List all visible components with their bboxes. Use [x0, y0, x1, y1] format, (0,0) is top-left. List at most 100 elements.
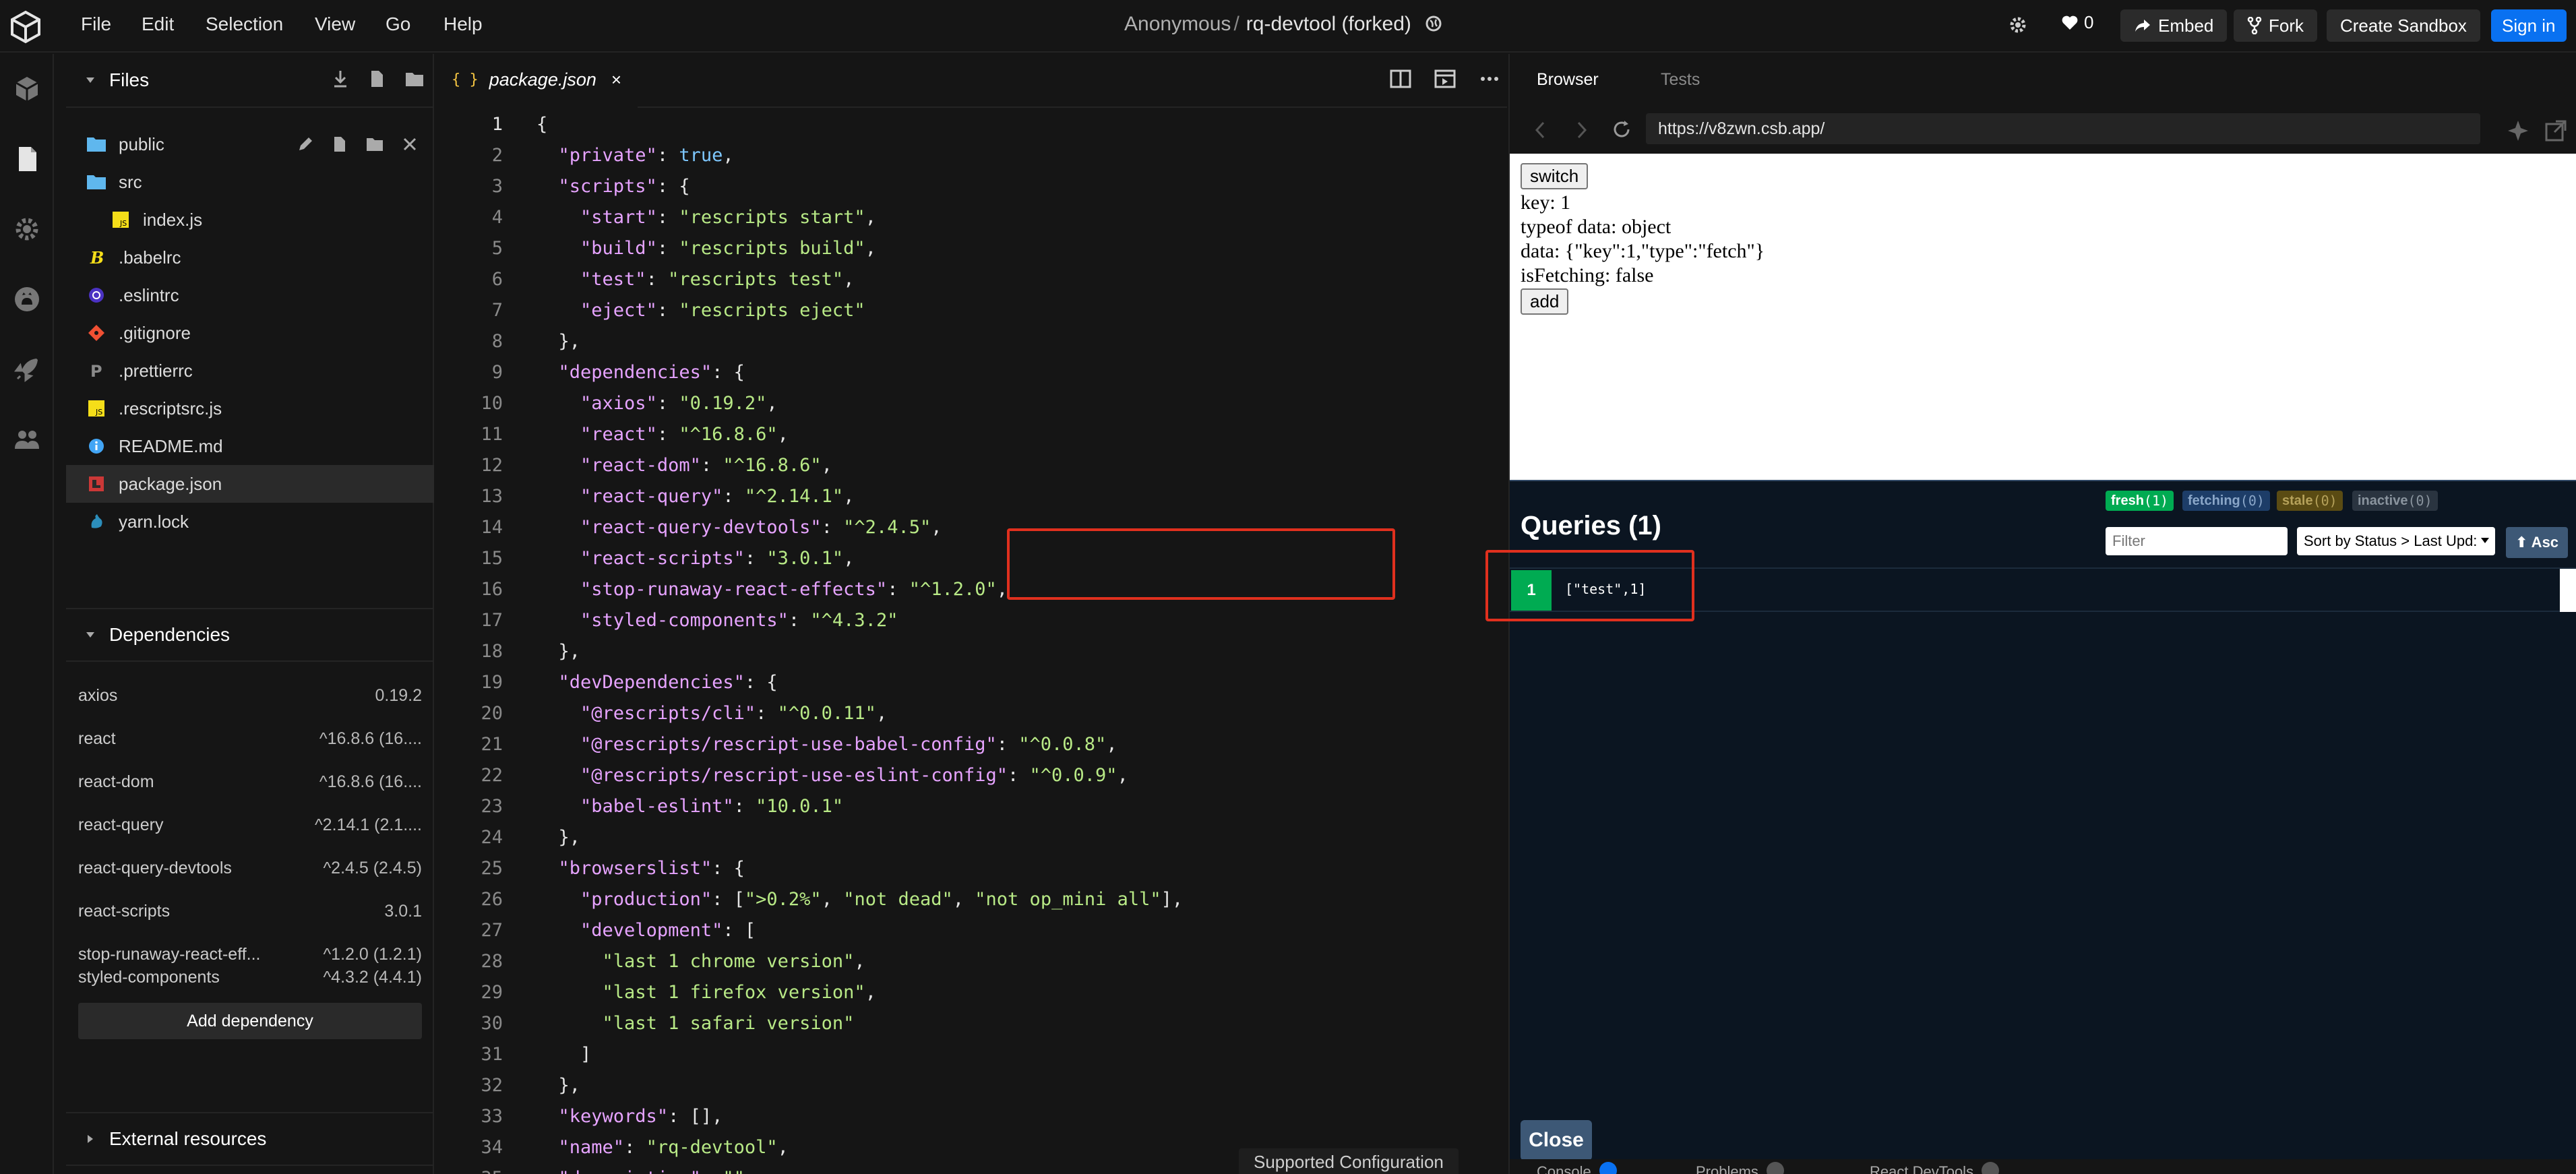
devtools-close-button[interactable]: Close — [1521, 1120, 1592, 1161]
code-line[interactable]: 21 "@rescripts/rescript-use-babel-config… — [435, 729, 1487, 760]
dependency-item[interactable]: react-scripts 3.0.1 — [78, 891, 422, 931]
code-line[interactable]: 12 "react-dom": "^16.8.6", — [435, 450, 1487, 481]
menu-help[interactable]: Help — [443, 13, 483, 35]
sort-ascending-button[interactable]: ⬆ Asc — [2506, 527, 2568, 558]
code-area[interactable]: 1{2 "private": true, 3 "scripts": {4 "sta… — [435, 109, 1507, 1174]
code-line[interactable]: 9 "dependencies": { — [435, 357, 1487, 388]
code-line[interactable]: 4 "start": "rescripts start", — [435, 202, 1487, 233]
dependency-item[interactable]: react-dom ^16.8.6 (16.... — [78, 762, 422, 802]
code-line[interactable]: 26 "production": [">0.2%", "not dead", "… — [435, 884, 1487, 915]
code-line[interactable]: 31 ] — [435, 1039, 1487, 1070]
tree-item-package-json[interactable]: package.json — [66, 465, 434, 503]
tree-item-yarn-lock[interactable]: yarn.lock — [66, 503, 434, 540]
tree-item-eslintrc[interactable]: .eslintrc — [66, 276, 434, 314]
forward-arrow-icon[interactable] — [1574, 120, 1589, 140]
menu-go[interactable]: Go — [386, 13, 410, 35]
code-line[interactable]: 5 "build": "rescripts build", — [435, 233, 1487, 264]
query-panel-scrollbar[interactable] — [2560, 569, 2576, 612]
code-line[interactable]: 6 "test": "rescripts test", — [435, 264, 1487, 295]
tree-item-gitignore[interactable]: .gitignore — [66, 314, 434, 352]
code-line[interactable]: 13 "react-query": "^2.14.1", — [435, 481, 1487, 512]
queries-filter-input[interactable]: Filter — [2106, 527, 2288, 555]
tree-item-rescriptsrc[interactable]: JS .rescriptsrc.js — [66, 390, 434, 427]
dependency-item[interactable]: styled-components ^4.3.2 (4.4.1) — [78, 957, 422, 997]
tree-item-prettierrc[interactable]: P .prettierrc — [66, 352, 434, 390]
menu-edit[interactable]: Edit — [142, 13, 174, 35]
code-line[interactable]: 17 "styled-components": "^4.3.2" — [435, 605, 1487, 636]
queries-sort-select[interactable]: Sort by Status > Last Upd: — [2297, 527, 2495, 555]
settings-gear-icon[interactable] — [2007, 14, 2029, 36]
code-line[interactable]: 2 "private": true, — [435, 140, 1487, 171]
code-line[interactable]: 7 "eject": "rescripts eject" — [435, 295, 1487, 326]
tab-browser[interactable]: Browser — [1537, 70, 1599, 90]
external-resources-header[interactable]: External resources — [66, 1112, 434, 1166]
code-line[interactable]: 1{ — [435, 109, 1487, 140]
add-dependency-button[interactable]: Add dependency — [78, 1003, 422, 1039]
code-line[interactable]: 20 "@rescripts/cli": "^0.0.11", — [435, 698, 1487, 729]
code-line[interactable]: 10 "axios": "0.19.2", — [435, 388, 1487, 419]
open-new-window-icon[interactable] — [2544, 119, 2568, 143]
code-line[interactable]: 33 "keywords": [], — [435, 1101, 1487, 1132]
sign-in-button[interactable]: Sign in — [2491, 9, 2567, 42]
menu-view[interactable]: View — [315, 13, 355, 35]
tree-item-readme[interactable]: README.md — [66, 427, 434, 465]
code-line[interactable]: 32 }, — [435, 1070, 1487, 1101]
new-file-icon[interactable] — [368, 69, 386, 89]
split-view-icon[interactable] — [1390, 69, 1411, 89]
dependency-item[interactable]: axios 0.19.2 — [78, 675, 422, 716]
dependency-item[interactable]: react-query ^2.14.1 (2.1.... — [78, 805, 422, 845]
switch-button[interactable]: switch — [1521, 163, 1589, 189]
github-icon[interactable] — [12, 284, 42, 314]
menu-selection[interactable]: Selection — [206, 13, 283, 35]
tab-react-devtools[interactable]: React DevTools — [1870, 1162, 2000, 1174]
delete-x-icon[interactable] — [402, 135, 418, 153]
tab-close-icon[interactable]: × — [611, 69, 621, 90]
files-panel-header[interactable]: Files — [66, 54, 434, 108]
code-line[interactable]: 30 "last 1 safari version" — [435, 1008, 1487, 1039]
deploy-rocket-icon[interactable] — [12, 354, 42, 384]
code-line[interactable]: 23 "babel-eslint": "10.0.1" — [435, 791, 1487, 822]
tree-item-babelrc[interactable]: B .babelrc — [66, 239, 434, 276]
sandbox-info-icon[interactable] — [12, 74, 42, 104]
new-folder-icon[interactable] — [365, 135, 384, 153]
create-sandbox-button[interactable]: Create Sandbox — [2327, 9, 2480, 42]
devtools-toggle-icon[interactable] — [2506, 119, 2530, 143]
download-icon[interactable] — [332, 69, 349, 89]
tree-item-public[interactable]: public — [66, 125, 434, 163]
embed-button[interactable]: Embed — [2120, 9, 2228, 42]
codesandbox-logo-icon[interactable] — [8, 9, 43, 44]
dependencies-panel-header[interactable]: Dependencies — [66, 608, 434, 662]
code-line[interactable]: 25 "browserslist": { — [435, 853, 1487, 884]
tab-problems[interactable]: Problems — [1696, 1162, 1784, 1174]
edit-pencil-icon[interactable] — [297, 135, 314, 153]
refresh-icon[interactable] — [1611, 119, 1632, 140]
code-line[interactable]: 24 }, — [435, 822, 1487, 853]
back-arrow-icon[interactable] — [1533, 120, 1547, 140]
tab-tests[interactable]: Tests — [1661, 70, 1700, 90]
new-folder-icon[interactable] — [404, 69, 425, 89]
url-input[interactable]: https://v8zwn.csb.app/ — [1646, 113, 2480, 144]
explorer-files-icon[interactable] — [12, 144, 42, 174]
code-line[interactable]: 27 "development": [ — [435, 915, 1487, 946]
more-options-icon[interactable] — [1479, 69, 1500, 89]
preview-window-icon[interactable] — [1434, 69, 1456, 89]
code-line[interactable]: 19 "devDependencies": { — [435, 667, 1487, 698]
supported-configuration-button[interactable]: Supported Configuration — [1239, 1148, 1459, 1174]
sandbox-name[interactable]: rq-devtool (forked) — [1246, 13, 1411, 35]
code-line[interactable]: 8 }, — [435, 326, 1487, 357]
code-line[interactable]: 11 "react": "^16.8.6", — [435, 419, 1487, 450]
like-button[interactable]: 0 — [2061, 12, 2093, 33]
dependency-item[interactable]: react-query-devtools ^2.4.5 (2.4.5) — [78, 848, 422, 888]
tab-package-json[interactable]: { } package.json × — [435, 54, 638, 108]
new-file-icon[interactable] — [332, 135, 348, 153]
menu-file[interactable]: File — [81, 13, 111, 35]
query-row[interactable]: 1 ["test",1] — [1485, 550, 2576, 621]
tab-console[interactable]: Console — [1537, 1162, 1617, 1174]
tree-item-index-js[interactable]: JS index.js — [66, 201, 434, 239]
code-line[interactable]: 29 "last 1 firefox version", — [435, 977, 1487, 1008]
settings-icon[interactable] — [12, 214, 42, 244]
code-line[interactable]: 28 "last 1 chrome version", — [435, 946, 1487, 977]
add-button[interactable]: add — [1521, 288, 1569, 315]
code-line[interactable]: 3 "scripts": { — [435, 171, 1487, 202]
dependency-item[interactable]: react ^16.8.6 (16.... — [78, 718, 422, 759]
